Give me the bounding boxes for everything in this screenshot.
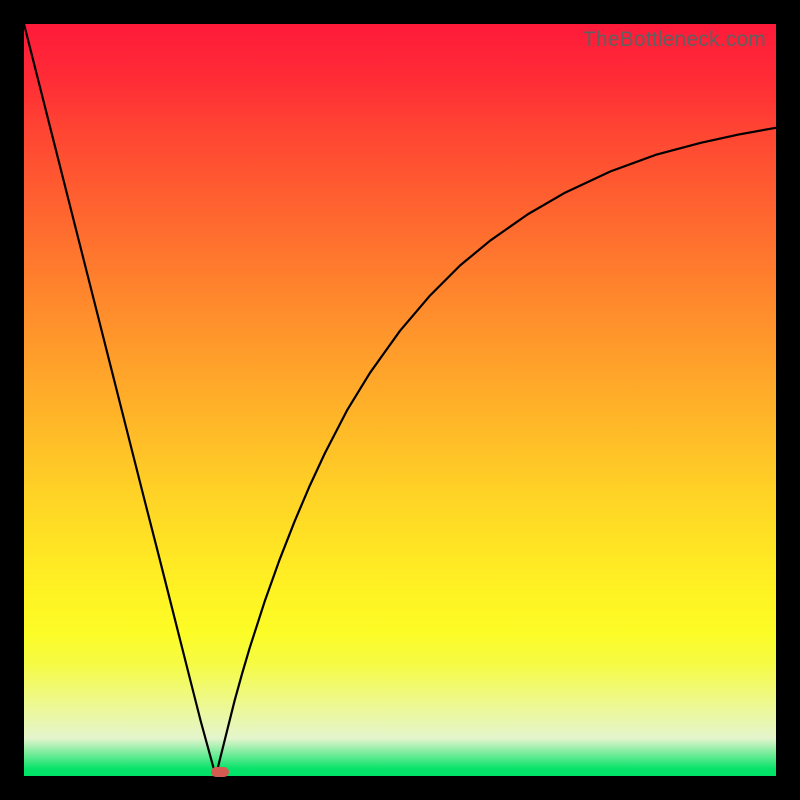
chart-container: TheBottleneck.com [0, 0, 800, 800]
bottleneck-curve [24, 24, 776, 776]
plot-area: TheBottleneck.com [24, 24, 776, 776]
curve-svg [24, 24, 776, 776]
watermark: TheBottleneck.com [583, 28, 766, 52]
minimum-marker [211, 767, 229, 777]
